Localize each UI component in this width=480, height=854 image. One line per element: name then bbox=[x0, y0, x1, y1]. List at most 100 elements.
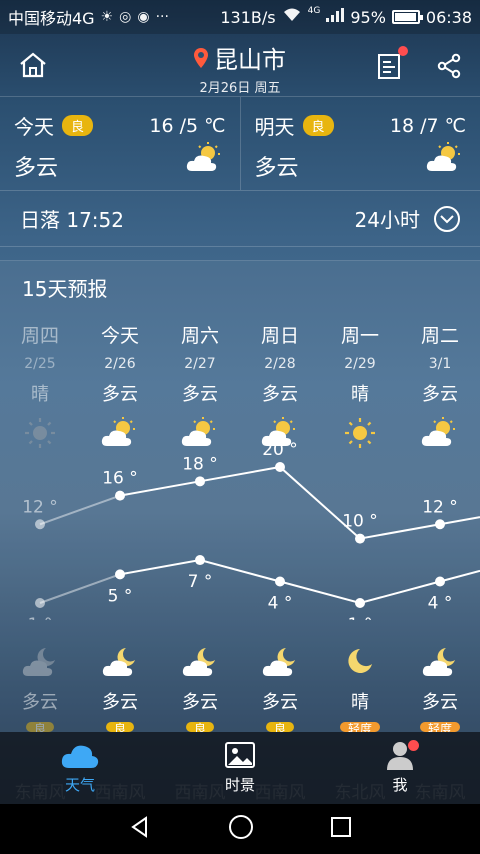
day-date: 3/1 bbox=[428, 356, 452, 372]
day-condition: 晴 bbox=[351, 384, 369, 405]
carrier-label: 中国移动4G bbox=[8, 9, 95, 28]
share-button[interactable] bbox=[429, 46, 469, 86]
high-temp-point bbox=[355, 533, 365, 544]
night-forecast: 晴 bbox=[320, 646, 400, 714]
day-date: 2/29 bbox=[344, 356, 376, 372]
nav-weather[interactable]: 天气 bbox=[20, 738, 140, 795]
weekday: 周一 bbox=[340, 325, 379, 347]
low-temp-label: 4 ° bbox=[428, 594, 453, 614]
nav-weather-label: 天气 bbox=[64, 776, 95, 794]
weekday: 周六 bbox=[180, 325, 219, 347]
cloudy-night-icon bbox=[0, 646, 80, 680]
cloudy-night-icon bbox=[160, 646, 240, 680]
today-label: 今天 bbox=[14, 115, 54, 139]
partly-cloudy-icon bbox=[186, 141, 224, 177]
net-speed: 131B/s bbox=[220, 7, 276, 27]
low-temp-line bbox=[119, 559, 480, 605]
aqi-label: 良 bbox=[185, 722, 214, 732]
high-temp-point bbox=[115, 490, 125, 501]
low-temp-label: 1 ° bbox=[348, 615, 373, 620]
day-condition: 多云 bbox=[102, 384, 138, 405]
high-temp-label: 12 ° bbox=[22, 497, 58, 517]
sunset-row[interactable]: 日落 17:52 24小时 bbox=[0, 191, 480, 247]
news-button[interactable] bbox=[370, 46, 410, 86]
hourly-label: 24小时 bbox=[354, 208, 420, 232]
cloudy-night-icon bbox=[400, 646, 480, 680]
home-nav-button[interactable] bbox=[228, 814, 254, 844]
forecast-day-column[interactable]: 今天 2/26 多云 bbox=[80, 321, 160, 450]
today-card[interactable]: 今天 良 16 /5 ℃ 多云 bbox=[0, 97, 240, 190]
forecast-day-column[interactable]: 周六 2/27 多云 bbox=[160, 321, 240, 450]
app-notification-icon: ◎ bbox=[119, 9, 132, 25]
low-temp-label: 5 ° bbox=[108, 586, 133, 606]
low-temp-point bbox=[355, 598, 365, 608]
tomorrow-card[interactable]: 明天 良 18 /7 ℃ 多云 bbox=[239, 97, 480, 190]
system-nav-bar bbox=[0, 804, 480, 854]
night-condition: 多云 bbox=[262, 692, 298, 713]
weekday: 周四 bbox=[20, 325, 59, 347]
aqi-badge: 轻度 bbox=[400, 722, 480, 732]
low-temp-label: 4 ° bbox=[268, 594, 293, 614]
forecast-day-column[interactable]: 周二 3/1 多云 bbox=[400, 321, 480, 450]
night-forecast: 多云 bbox=[0, 646, 80, 714]
high-temp-point bbox=[35, 519, 45, 530]
battery-icon bbox=[391, 10, 423, 24]
aqi-badge: 良 bbox=[80, 722, 160, 732]
nav-me-label: 我 bbox=[392, 776, 408, 794]
city-name[interactable]: 昆山市 bbox=[214, 40, 286, 75]
nav-me[interactable]: 我 bbox=[340, 738, 460, 795]
tomorrow-temp: 18 /7 ℃ bbox=[389, 114, 466, 137]
status-bar: 中国移动4G ☀ ◎ ◉ ··· 131B/s 4G 95% 06:38 bbox=[0, 0, 480, 34]
sunset-time: 日落 17:52 bbox=[20, 208, 124, 232]
more-notifications-icon: ··· bbox=[155, 9, 169, 25]
day-date: 2/25 bbox=[24, 356, 56, 372]
night-forecast: 多云 bbox=[400, 646, 480, 714]
wifi-icon bbox=[282, 7, 302, 27]
weekday: 周日 bbox=[260, 325, 299, 347]
share-icon bbox=[437, 53, 461, 79]
notification-dot bbox=[398, 46, 408, 56]
back-button[interactable] bbox=[128, 815, 152, 843]
weekday: 周二 bbox=[420, 325, 459, 347]
recents-square-icon bbox=[331, 817, 351, 837]
location-pin-icon bbox=[194, 47, 208, 68]
cloudy-night-icon bbox=[240, 646, 320, 680]
notification-dot bbox=[408, 740, 419, 751]
today-aqi-badge: 良 bbox=[62, 115, 94, 136]
low-temp-label: 1 ° bbox=[28, 615, 53, 620]
day-date: 2/27 bbox=[184, 356, 216, 372]
picture-icon bbox=[225, 742, 255, 768]
hourly-toggle[interactable]: 24小时 bbox=[355, 204, 460, 233]
forecast-day-column[interactable]: 周一 2/29 晴 bbox=[320, 321, 400, 450]
high-temp-point bbox=[195, 476, 205, 487]
news-icon bbox=[378, 54, 400, 79]
tomorrow-label: 明天 bbox=[254, 115, 295, 139]
forecast-day-column[interactable]: 周四 2/25 晴 bbox=[0, 321, 80, 450]
high-temp-label: 18 ° bbox=[182, 454, 218, 474]
clock: 06:38 bbox=[425, 7, 472, 27]
low-temp-point bbox=[435, 576, 445, 587]
night-forecast: 多云 bbox=[160, 646, 240, 714]
recents-button[interactable] bbox=[330, 816, 352, 842]
low-temp-point bbox=[195, 555, 205, 566]
aqi-badge: 良 bbox=[0, 722, 80, 732]
night-condition: 多云 bbox=[102, 692, 138, 713]
tomorrow-aqi-badge: 良 bbox=[302, 115, 334, 136]
night-forecast: 多云 bbox=[240, 646, 320, 714]
low-temp-point bbox=[115, 569, 125, 580]
forecast-day-column[interactable]: 周日 2/28 多云 bbox=[240, 321, 320, 450]
back-triangle-icon bbox=[131, 816, 147, 838]
weekday: 今天 bbox=[100, 325, 139, 347]
temperature-chart: 12 ° 16 ° 18 ° 20 ° 10 ° 12 ° 1 ° 5 ° 7 ° 4 ° 1 ° 4… bbox=[22, 440, 480, 620]
low-temp-label: 7 ° bbox=[188, 572, 213, 592]
night-condition: 多云 bbox=[182, 692, 218, 713]
low-temp-point bbox=[275, 576, 285, 587]
wechat-icon: ◉ bbox=[137, 9, 150, 25]
nav-scene[interactable]: 时景 bbox=[180, 738, 300, 795]
high-temp-label: 10 ° bbox=[342, 512, 378, 532]
day-condition: 晴 bbox=[31, 384, 49, 405]
night-condition: 多云 bbox=[422, 692, 458, 713]
battery-percent: 95% bbox=[350, 7, 386, 27]
aqi-label: 良 bbox=[265, 722, 294, 732]
bottom-nav: 天气 时景 我 bbox=[0, 732, 480, 804]
